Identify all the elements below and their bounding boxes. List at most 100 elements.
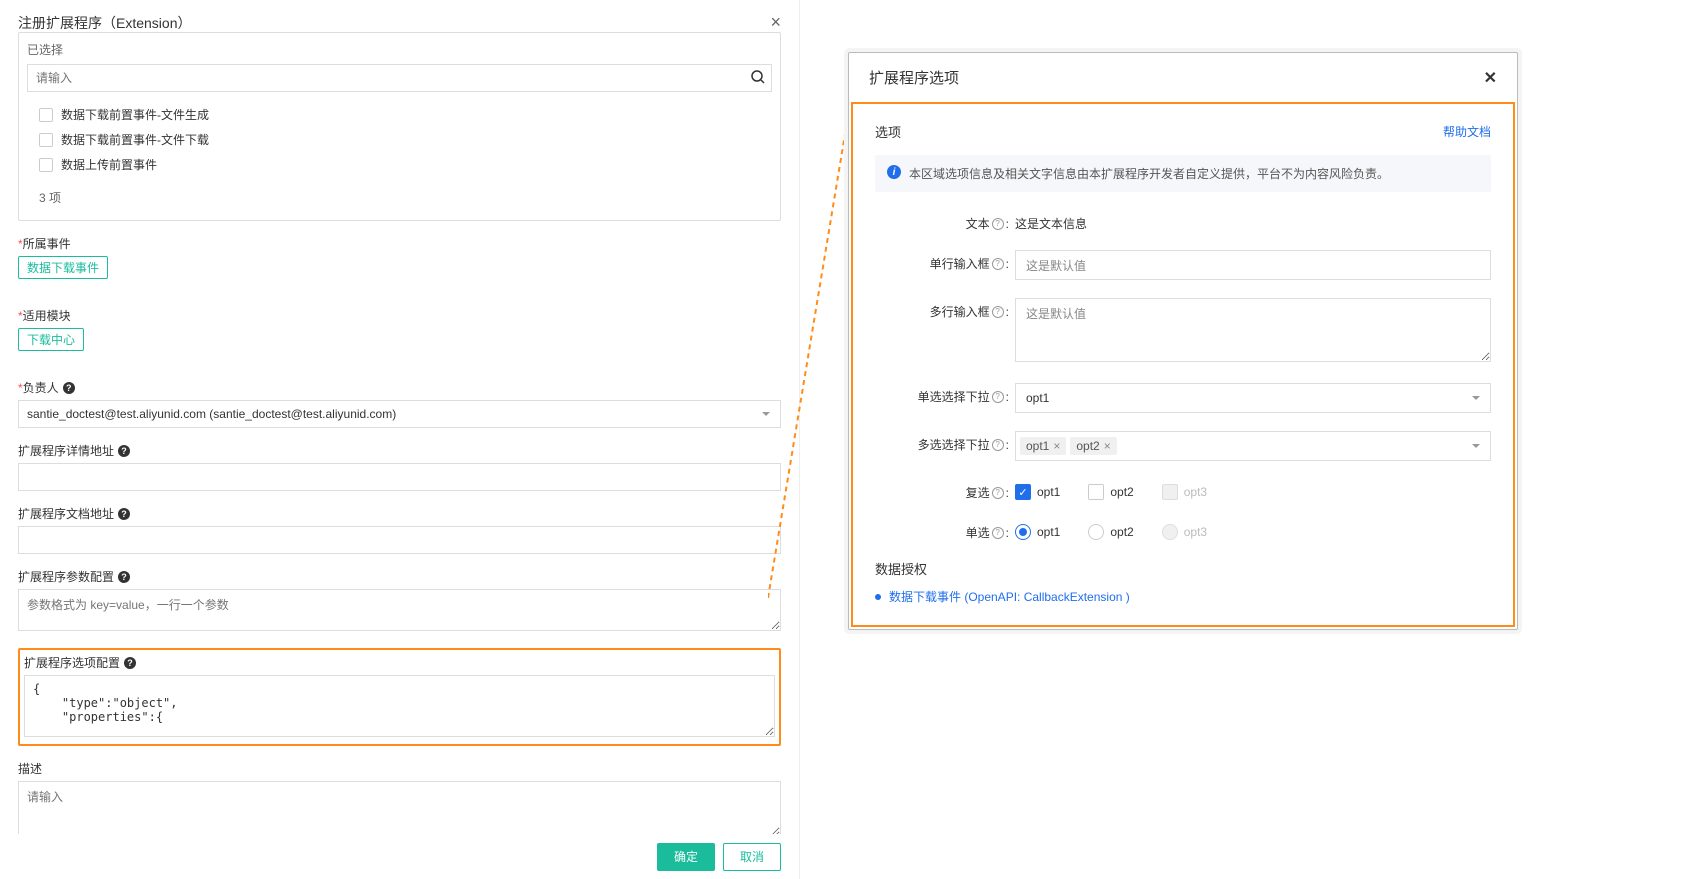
multi-select-label: 多选选择下拉?: (875, 431, 1015, 453)
search-wrap (27, 64, 772, 92)
belong-event-tag[interactable]: 数据下载事件 (18, 256, 108, 279)
check-item-0[interactable]: 数据下载前置事件-文件生成 (27, 102, 772, 127)
check-item-2[interactable]: 数据上传前置事件 (27, 152, 772, 177)
desc-group: 描述 (18, 760, 781, 834)
radio-opt1[interactable]: opt1 (1015, 524, 1060, 540)
multi-select-field[interactable]: opt1× opt2× (1015, 431, 1491, 461)
owner-select[interactable]: santie_doctest@test.aliyunid.com (santie… (18, 400, 781, 428)
option-config-textarea[interactable] (24, 675, 775, 737)
single-input-field[interactable] (1015, 250, 1491, 280)
radio-row: 单选?: opt1 opt2 opt3 (875, 519, 1491, 541)
detail-url-group: 扩展程序详情地址? (18, 442, 781, 491)
desc-textarea[interactable] (18, 781, 781, 834)
checkbox-icon[interactable] (1015, 484, 1031, 500)
count-text: 3 项 (27, 183, 772, 212)
help-icon[interactable]: ? (992, 391, 1004, 403)
single-select-field[interactable]: opt1 (1015, 383, 1491, 413)
text-row: 文本?: 这是文本信息 (875, 210, 1491, 232)
options-section-header: 选项 帮助文档 (875, 122, 1491, 141)
multi-input-row: 多行输入框?: (875, 298, 1491, 365)
applicable-module-tag[interactable]: 下载中心 (18, 328, 84, 351)
radio-opt2[interactable]: opt2 (1088, 524, 1133, 540)
register-extension-dialog: 注册扩展程序（Extension） × 已选择 数据下载前置事件-文件生成 数据… (0, 0, 800, 879)
checkbox-icon (1162, 484, 1178, 500)
checkbox-icon[interactable] (39, 108, 53, 122)
checkbox-opt2[interactable]: opt2 (1088, 484, 1133, 500)
radio-opt3: opt3 (1162, 524, 1207, 540)
checkbox-icon[interactable] (39, 158, 53, 172)
info-box: i 本区域选项信息及相关文字信息由本扩展程序开发者自定义提供，平台不为内容风险负… (875, 155, 1491, 192)
help-icon[interactable]: ? (118, 445, 130, 457)
auth-section: 数据授权 数据下载事件 (OpenAPI: CallbackExtension … (875, 559, 1491, 605)
help-icon[interactable]: ? (992, 439, 1004, 451)
multi-input-field[interactable] (1015, 298, 1491, 362)
auth-item[interactable]: 数据下载事件 (OpenAPI: CallbackExtension ) (875, 588, 1491, 605)
checkbox-row: 复选?: opt1 opt2 opt3 (875, 479, 1491, 501)
multi-input-label: 多行输入框?: (875, 298, 1015, 320)
selected-label: 已选择 (27, 41, 772, 58)
doc-url-group: 扩展程序文档地址? (18, 505, 781, 554)
param-config-textarea[interactable] (18, 589, 781, 631)
help-icon[interactable]: ? (992, 306, 1004, 318)
help-icon[interactable]: ? (124, 657, 136, 669)
detail-url-input[interactable] (18, 463, 781, 491)
doc-url-label: 扩展程序文档地址? (18, 505, 781, 522)
auth-title: 数据授权 (875, 559, 1491, 578)
close-icon[interactable]: × (770, 12, 781, 33)
radio-icon[interactable] (1015, 524, 1031, 540)
options-section-title: 选项 (875, 122, 901, 141)
param-config-label: 扩展程序参数配置? (18, 568, 781, 585)
checkbox-icon[interactable] (1088, 484, 1104, 500)
option-config-highlight: 扩展程序选项配置? (18, 648, 781, 746)
close-icon[interactable]: ✕ (1484, 68, 1497, 88)
info-icon: i (887, 165, 901, 179)
radio-icon[interactable] (1088, 524, 1104, 540)
right-header: 扩展程序选项 ✕ (849, 53, 1517, 102)
cancel-button[interactable]: 取消 (723, 843, 781, 871)
bullet-icon (875, 594, 881, 600)
text-label: 文本?: (875, 210, 1015, 232)
right-title: 扩展程序选项 (869, 67, 959, 88)
help-icon[interactable]: ? (992, 487, 1004, 499)
checkbox-icon[interactable] (39, 133, 53, 147)
help-icon[interactable]: ? (992, 258, 1004, 270)
param-config-group: 扩展程序参数配置? (18, 568, 781, 634)
extension-options-panel: 扩展程序选项 ✕ 选项 帮助文档 i 本区域选项信息及相关文字信息由本扩展程序开… (848, 52, 1518, 630)
checkbox-opt1[interactable]: opt1 (1015, 484, 1060, 500)
check-item-1[interactable]: 数据下载前置事件-文件下载 (27, 127, 772, 152)
multi-select-row: 多选选择下拉?: opt1× opt2× (875, 431, 1491, 461)
single-select-label: 单选选择下拉?: (875, 383, 1015, 405)
owner-label: 负责人? (18, 379, 781, 396)
radio-icon (1162, 524, 1178, 540)
search-icon[interactable] (750, 69, 766, 85)
chip-opt1: opt1× (1020, 437, 1066, 455)
help-icon[interactable]: ? (992, 218, 1004, 230)
help-icon[interactable]: ? (992, 527, 1004, 539)
dialog-title: 注册扩展程序（Extension） (18, 13, 191, 33)
detail-url-label: 扩展程序详情地址? (18, 442, 781, 459)
checkbox-opt3: opt3 (1162, 484, 1207, 500)
single-input-label: 单行输入框?: (875, 250, 1015, 272)
applicable-module-label: 适用模块 (18, 307, 781, 324)
checkbox-group: opt1 opt2 opt3 (1015, 479, 1491, 500)
help-icon[interactable]: ? (118, 508, 130, 520)
applicable-module-group: 适用模块 下载中心 (18, 307, 781, 365)
option-config-label: 扩展程序选项配置? (24, 654, 775, 671)
dialog-footer: 确定 取消 (0, 834, 799, 879)
dialog-body[interactable]: 已选择 数据下载前置事件-文件生成 数据下载前置事件-文件下载 数据上传前置事件… (0, 32, 799, 834)
help-icon[interactable]: ? (63, 382, 75, 394)
text-value: 这是文本信息 (1015, 210, 1491, 232)
chip-remove-icon[interactable]: × (1053, 439, 1060, 453)
desc-label: 描述 (18, 760, 781, 777)
search-input[interactable] (27, 64, 772, 92)
doc-url-input[interactable] (18, 526, 781, 554)
help-icon[interactable]: ? (118, 571, 130, 583)
selected-events-box: 已选择 数据下载前置事件-文件生成 数据下载前置事件-文件下载 数据上传前置事件… (18, 32, 781, 221)
radio-label: 单选?: (875, 519, 1015, 541)
single-select-row: 单选选择下拉?: opt1 (875, 383, 1491, 413)
confirm-button[interactable]: 确定 (657, 843, 715, 871)
belong-event-group: 所属事件 数据下载事件 (18, 235, 781, 293)
chip-remove-icon[interactable]: × (1104, 439, 1111, 453)
right-body: 选项 帮助文档 i 本区域选项信息及相关文字信息由本扩展程序开发者自定义提供，平… (851, 102, 1515, 627)
help-doc-link[interactable]: 帮助文档 (1443, 123, 1491, 140)
